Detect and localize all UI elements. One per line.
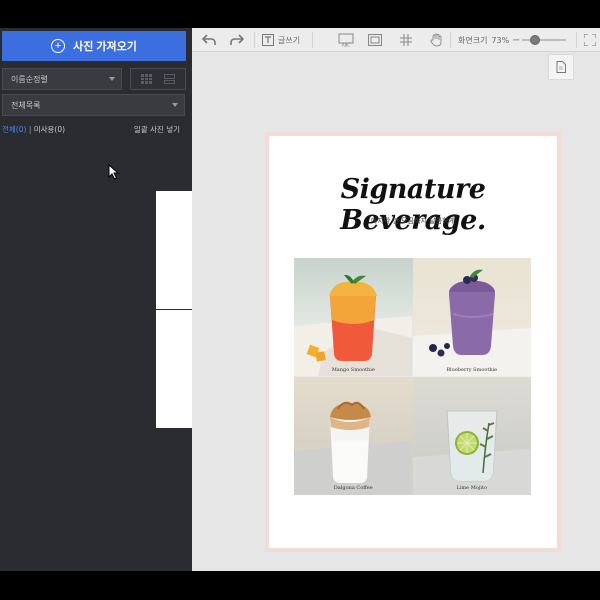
page-settings-button[interactable] xyxy=(548,54,574,80)
view-mode-group xyxy=(130,68,393,428)
mango-smoothie-image xyxy=(294,274,412,376)
chevron-down-icon xyxy=(172,103,178,107)
undo-icon[interactable] xyxy=(202,28,216,52)
photo-filter-row: 전체(0) | 미사용(0) 일괄 사진 넣기 xyxy=(2,124,188,136)
photo-cell-blueberry[interactable]: Blueberry Smoothie xyxy=(412,258,531,377)
spellcheck-icon[interactable]: ABC xyxy=(338,28,354,52)
screen-frame: + 사진 가져오기 이름순정렬 전체목록 전체(0) | 미사용(0) 일괄 사… xyxy=(0,0,600,600)
blueberry-smoothie-image xyxy=(412,269,531,376)
plus-circle-icon: + xyxy=(51,39,66,53)
photo-grid: Mango Smoothie Blueberry Smoothie Dalgon… xyxy=(294,258,531,495)
zoom-out-icon[interactable]: − xyxy=(512,28,520,52)
page-subtitle: 마지막 한 모금까지 달콤하게 xyxy=(371,217,455,225)
filter-separator: | xyxy=(26,125,34,134)
sort-select[interactable]: 이름순정렬 xyxy=(2,68,122,90)
grid-icon[interactable] xyxy=(400,28,412,52)
zoom-label: 화면크기 xyxy=(458,35,488,45)
text-box-icon xyxy=(262,34,274,46)
import-photos-button[interactable]: + 사진 가져오기 xyxy=(2,31,186,61)
hand-tool-icon[interactable] xyxy=(430,28,443,52)
photo-caption: Dalgona Coffee xyxy=(333,485,373,491)
text-tool-label: 글쓰기 xyxy=(278,35,301,45)
photo-caption: Mango Smoothie xyxy=(331,366,375,373)
design-page[interactable]: Signature Beverage. 마지막 한 모금까지 달콤하게 Mang… xyxy=(265,132,561,552)
redo-icon[interactable] xyxy=(230,28,244,52)
editor-toolbar: 글쓰기 ABC 화면크기 73% − xyxy=(192,28,600,52)
chevron-down-icon xyxy=(109,77,115,81)
import-photos-label: 사진 가져오기 xyxy=(73,41,137,53)
filter-unused-tab[interactable]: 미사용(0) xyxy=(34,125,65,134)
zoom-slider-track[interactable] xyxy=(522,39,566,41)
mouse-cursor-icon xyxy=(108,164,120,180)
list-view-icon[interactable] xyxy=(164,74,175,84)
sort-select-value: 이름순정렬 xyxy=(11,74,48,84)
photo-cell-mango[interactable]: Mango Smoothie xyxy=(294,258,413,377)
bulk-insert-photos-button[interactable]: 일괄 사진 넣기 xyxy=(134,124,180,135)
list-filter-value: 전체목록 xyxy=(11,100,41,110)
photo-sidebar: + 사진 가져오기 이름순정렬 전체목록 전체(0) | 미사용(0) 일괄 사… xyxy=(0,28,393,571)
photo-cell-dalgona[interactable]: Dalgona Coffee xyxy=(294,376,413,495)
list-filter-select[interactable]: 전체목록 xyxy=(2,94,185,116)
photo-cell-lime[interactable]: Lime Mojito xyxy=(412,376,531,495)
editor-app: + 사진 가져오기 이름순정렬 전체목록 전체(0) | 미사용(0) 일괄 사… xyxy=(0,28,600,571)
text-tool-button[interactable]: 글쓰기 xyxy=(262,28,300,52)
dalgona-coffee-image xyxy=(294,401,412,495)
filter-all-tab[interactable]: 전체(0) xyxy=(2,125,26,134)
zoom-readout: 화면크기 73% xyxy=(458,28,509,52)
lime-mojito-image xyxy=(412,410,531,495)
text-box-tool-icon[interactable] xyxy=(368,28,382,52)
document-icon xyxy=(556,61,566,73)
photo-caption: Blueberry Smoothie xyxy=(446,366,498,373)
zoom-value: 73% xyxy=(491,35,510,45)
svg-text:ABC: ABC xyxy=(342,43,350,48)
zoom-slider-handle[interactable] xyxy=(530,35,540,45)
small-grid-view-icon[interactable] xyxy=(141,74,152,84)
page-title: Signature Beverage. xyxy=(340,174,486,236)
photo-caption: Lime Mojito xyxy=(456,485,487,491)
fit-to-screen-icon[interactable] xyxy=(584,28,596,52)
